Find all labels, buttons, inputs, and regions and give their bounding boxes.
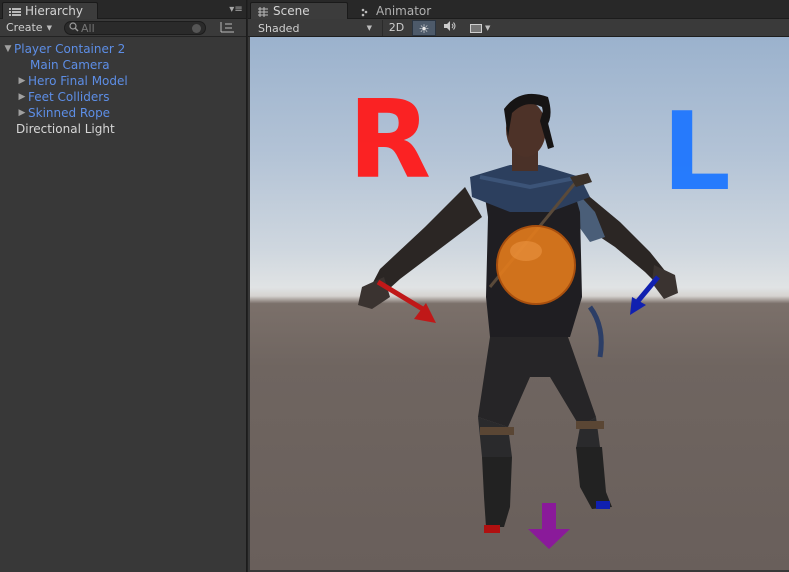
shading-mode-label: Shaded	[258, 21, 300, 35]
search-clear-icon[interactable]	[192, 24, 201, 33]
tab-hierarchy[interactable]: Hierarchy	[2, 2, 98, 19]
hierarchy-tabbar: Hierarchy ▾≡	[0, 0, 246, 19]
create-label: Create	[6, 21, 43, 34]
search-icon	[69, 21, 79, 35]
hierarchy-list-icon	[9, 6, 21, 16]
hierarchy-tree: ▼ Player Container 2 Main Camera ▶ Hero …	[0, 37, 246, 137]
right-hand-arrow-gizmo[interactable]	[376, 279, 436, 323]
filter-scene-icon[interactable]	[216, 21, 238, 35]
expanded-arrow-icon[interactable]: ▼	[2, 44, 14, 54]
tree-item-label: Main Camera	[30, 58, 110, 72]
tree-item-directional-light[interactable]: Directional Light	[0, 121, 246, 137]
tree-item-hero-final-model[interactable]: ▶ Hero Final Model	[0, 73, 246, 89]
scene-grid-icon	[257, 6, 269, 17]
create-dropdown[interactable]: Create ▼	[0, 20, 58, 36]
shading-mode-dropdown[interactable]: Shaded ▼	[252, 20, 376, 36]
tree-item-skinned-rope[interactable]: ▶ Skinned Rope	[0, 105, 246, 121]
scene-viewport[interactable]: R L	[250, 37, 789, 570]
collapsed-arrow-icon[interactable]: ▶	[16, 76, 28, 86]
tree-item-label: Skinned Rope	[28, 106, 111, 120]
hierarchy-toolbar: Create ▼	[0, 19, 246, 37]
scene-panel: Scene Animator Shaded ▼ 2D ☀ ▼ R L	[248, 0, 789, 572]
toggle-2d-button[interactable]: 2D	[382, 20, 410, 36]
hierarchy-panel: Hierarchy ▾≡ Create ▼ ▼ Player Container…	[0, 0, 247, 572]
collapsed-arrow-icon[interactable]: ▶	[16, 108, 28, 118]
tab-animator-label: Animator	[376, 3, 432, 18]
center-of-mass-sphere[interactable]	[496, 225, 576, 305]
scene-tabbar: Scene Animator	[248, 0, 789, 19]
overlay-letter-left: L	[662, 90, 731, 215]
scene-toolbar: Shaded ▼ 2D ☀ ▼	[248, 19, 789, 37]
foot-down-arrow-gizmo[interactable]	[528, 503, 570, 549]
chevron-down-icon: ▼	[366, 24, 372, 32]
scene-audio-icon[interactable]	[438, 20, 462, 36]
tree-item-feet-colliders[interactable]: ▶ Feet Colliders	[0, 89, 246, 105]
tree-item-label: Player Container 2	[14, 42, 126, 56]
scene-lighting-icon[interactable]: ☀	[412, 20, 436, 36]
tab-hierarchy-label: Hierarchy	[25, 4, 84, 18]
tab-scene[interactable]: Scene	[250, 2, 348, 19]
tree-item-label: Feet Colliders	[28, 90, 110, 104]
right-foot-marker[interactable]	[484, 525, 500, 533]
chevron-down-icon: ▼	[46, 23, 52, 32]
tree-item-player-container[interactable]: ▼ Player Container 2	[0, 41, 246, 57]
tree-item-label: Hero Final Model	[28, 74, 128, 88]
left-foot-marker[interactable]	[596, 501, 610, 509]
animator-icon	[360, 6, 372, 16]
scene-render: R L	[348, 78, 731, 549]
panel-menu-icon[interactable]: ▾≡	[229, 4, 243, 16]
left-hand-arrow-gizmo[interactable]	[630, 275, 660, 315]
image-effects-icon	[470, 23, 482, 33]
tab-animator[interactable]: Animator	[354, 2, 444, 19]
tree-item-main-camera[interactable]: Main Camera	[0, 57, 246, 73]
collapsed-arrow-icon[interactable]: ▶	[16, 92, 28, 102]
tree-item-label: Directional Light	[16, 122, 115, 136]
hierarchy-search[interactable]	[64, 21, 206, 35]
overlay-letter-right: R	[348, 78, 431, 203]
search-input[interactable]	[81, 22, 191, 34]
tab-scene-label: Scene	[273, 4, 310, 18]
chevron-down-icon: ▼	[485, 24, 491, 32]
scene-effects-dropdown[interactable]: ▼	[466, 20, 498, 36]
